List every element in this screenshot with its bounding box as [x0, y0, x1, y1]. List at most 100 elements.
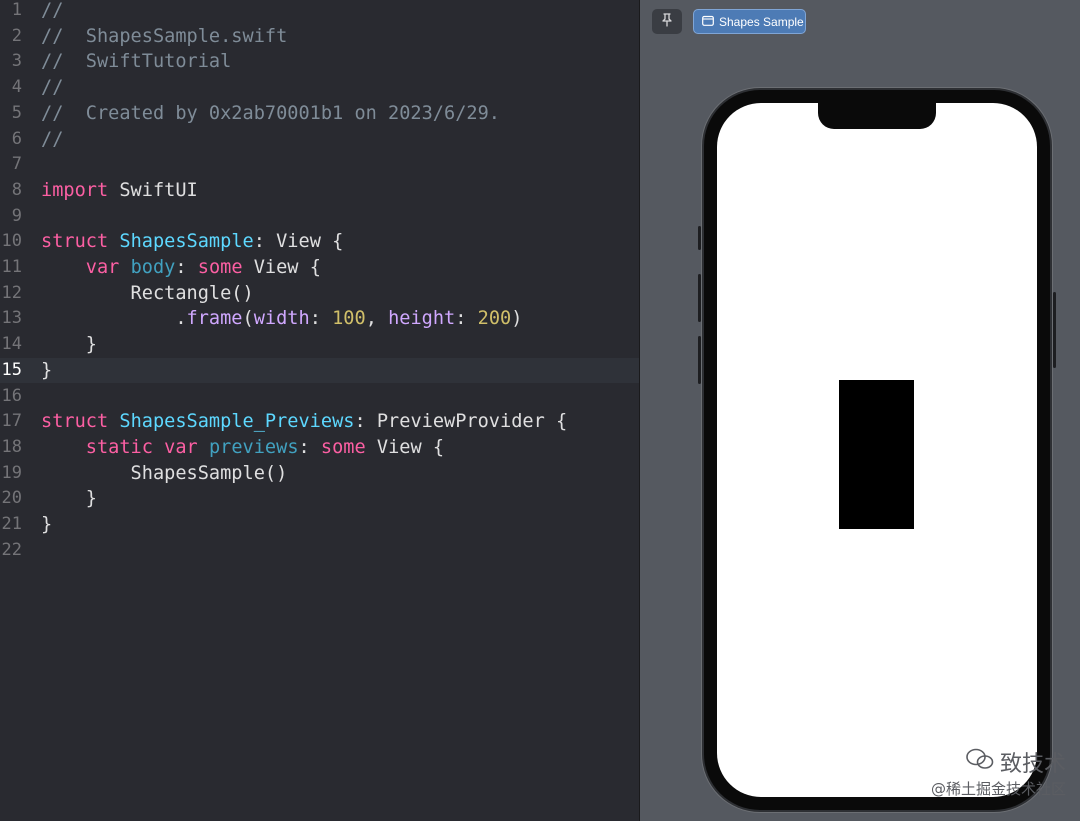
code-line[interactable]: 8 import SwiftUI [0, 178, 639, 204]
line-number: 18 [1, 436, 22, 457]
volume-down-button [698, 336, 701, 384]
code-text: import SwiftUI [41, 178, 198, 204]
line-number: 7 [11, 154, 22, 175]
code-token: } [41, 488, 97, 510]
code-text: struct ShapesSample_Previews: PreviewPro… [41, 409, 567, 435]
watermark: 致技术 @稀土掘金技术社区 [931, 746, 1066, 799]
code-token: previews [208, 436, 299, 458]
code-line[interactable]: 20 } [0, 486, 639, 512]
code-token: ShapesSample_Previews [119, 411, 355, 433]
code-token: // ShapesSample.swift [41, 25, 288, 47]
code-token: ) [511, 308, 523, 330]
line-number: 3 [11, 51, 22, 72]
code-text: } [41, 486, 97, 512]
code-line[interactable]: 1 // [0, 0, 639, 24]
pin-icon [661, 12, 673, 31]
code-line[interactable]: 9 [0, 204, 639, 230]
line-number: 6 [11, 128, 22, 149]
watermark-source: @稀土掘金技术社区 [930, 780, 1066, 798]
code-line[interactable]: 14 } [0, 332, 639, 358]
code-line[interactable]: 22 [0, 538, 639, 564]
line-number: 8 [11, 179, 22, 200]
code-line[interactable]: 5 // Created by 0x2ab70001b1 on 2023/6/29… [0, 101, 639, 127]
line-number: 2 [11, 25, 22, 46]
code-token: var [85, 257, 120, 278]
code-token: : [455, 308, 478, 330]
line-number: 12 [1, 282, 22, 303]
line-number: 1 [11, 0, 22, 20]
code-text: // Created by 0x2ab70001b1 on 2023/6/29. [41, 101, 500, 127]
preview-device-icon [702, 15, 714, 29]
line-number: 13 [1, 308, 22, 329]
code-token: : PreviewProvider { [354, 411, 568, 433]
code-line[interactable]: 12 Rectangle() [0, 281, 639, 307]
code-line[interactable]: 10 struct ShapesSample: View { [0, 229, 639, 255]
line-number: 16 [1, 385, 22, 406]
code-token: SwiftUI [108, 179, 198, 201]
line-number: 11 [1, 257, 22, 277]
code-token: ( [242, 308, 254, 330]
code-token: height [388, 308, 456, 330]
line-number: 22 [1, 539, 22, 560]
code-line[interactable]: 6 // [0, 127, 639, 153]
code-token: View { [365, 436, 445, 458]
volume-up-button [698, 274, 701, 322]
code-token: import [41, 179, 109, 201]
line-number: 14 [1, 334, 22, 355]
preview-selector-chip[interactable]: Shapes Sample [693, 9, 806, 34]
code-token: body [130, 257, 176, 278]
code-token: } [41, 514, 53, 535]
code-token: // [41, 77, 64, 99]
code-text: // SwiftTutorial [41, 49, 231, 75]
code-line[interactable]: 16 [0, 384, 639, 410]
code-text: // ShapesSample.swift [41, 24, 287, 50]
code-token: // Created by 0x2ab70001b1 on 2023/6/29. [41, 102, 500, 124]
iphone-preview-device [698, 90, 1056, 810]
line-number: 5 [11, 102, 22, 123]
device-screen [717, 103, 1037, 797]
code-token: width [253, 308, 310, 330]
code-line[interactable]: 13 .frame(width: 100, height: 200) [0, 306, 639, 332]
line-number: 20 [1, 488, 22, 509]
code-line[interactable]: 21} [0, 512, 639, 538]
wechat-icon [966, 748, 994, 776]
code-line[interactable]: 3 // SwiftTutorial [0, 49, 639, 75]
code-token: struct [41, 231, 109, 253]
code-line[interactable]: 18 static var previews: some View { [0, 435, 639, 461]
line-number: 15 [1, 359, 22, 380]
code-text: } [41, 358, 52, 384]
code-line[interactable]: 7 [0, 152, 639, 178]
line-number: 4 [11, 77, 22, 98]
code-line[interactable]: 4 // [0, 75, 639, 101]
code-line[interactable]: 17 struct ShapesSample_Previews: PreviewP… [0, 409, 639, 435]
code-token: frame [186, 308, 243, 330]
code-token: : View { [253, 231, 344, 253]
code-line[interactable]: 2 // ShapesSample.swift [0, 24, 639, 50]
code-line[interactable]: 11 var body: some View { [0, 255, 639, 281]
code-text: var body: some View { [41, 255, 321, 281]
code-editor[interactable]: 1 // 2 // ShapesSample.swift 3 // SwiftTutori… [0, 0, 639, 821]
code-token: var [164, 436, 198, 458]
code-token: 100 [332, 308, 366, 330]
code-line[interactable]: 15} [0, 357, 639, 384]
code-token: ShapesSample() [41, 462, 288, 484]
code-token: } [41, 359, 53, 381]
code-token: Rectangle() [41, 282, 254, 304]
canvas-preview-pane: Shapes Sample 致技术 @稀土掘金技术社区 [640, 0, 1080, 821]
code-text: Rectangle() [41, 281, 254, 307]
code-token: static [85, 436, 153, 458]
pin-preview-button[interactable] [652, 9, 682, 34]
code-token: // SwiftTutorial [41, 51, 232, 73]
line-number: 9 [11, 205, 22, 226]
code-token: some [320, 436, 366, 458]
code-line[interactable]: 19 ShapesSample() [0, 461, 639, 487]
code-token: View { [242, 257, 321, 278]
code-text: .frame(width: 100, height: 200) [41, 306, 522, 332]
code-token: 200 [477, 308, 512, 330]
rendered-rectangle [839, 380, 914, 529]
